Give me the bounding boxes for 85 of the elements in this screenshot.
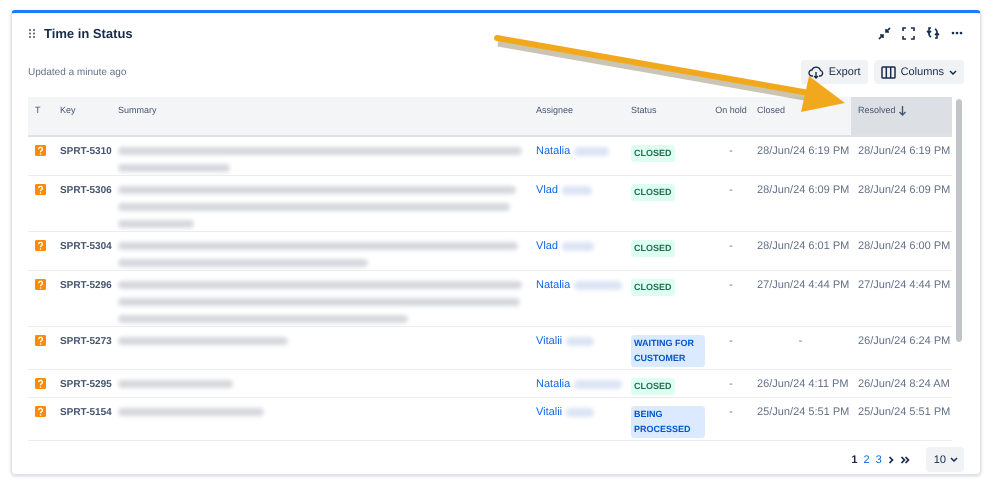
assignee-link[interactable]: Vitalii [536, 406, 562, 418]
question-icon [35, 335, 46, 346]
table-cell: - [729, 145, 733, 157]
collapse-icon[interactable] [878, 26, 891, 40]
cloud-download-icon [808, 65, 824, 79]
chevron-down-icon [950, 457, 958, 462]
columns-icon [880, 66, 896, 78]
page-size-select[interactable]: 10 [926, 447, 964, 472]
assignee-link[interactable]: Natalia [536, 279, 570, 291]
column-header[interactable]: Status [624, 97, 712, 135]
assignee-link[interactable]: Vlad [536, 240, 558, 252]
table-cell: - [729, 240, 733, 252]
column-header[interactable]: Closed [750, 97, 851, 135]
question-icon [35, 378, 46, 389]
column-header[interactable]: Resolved [851, 97, 952, 135]
issue-key[interactable]: SPRT-5296 [60, 280, 112, 291]
table-cell: 27/Jun/24 4:44 PM [757, 279, 850, 291]
page-link[interactable]: 1 [851, 454, 858, 466]
table-cell: 26/Jun/24 4:11 PM [757, 378, 849, 390]
assignee-link[interactable]: Vitalii [536, 335, 562, 347]
issue-key[interactable]: SPRT-5306 [60, 185, 112, 196]
question-icon [35, 145, 46, 156]
column-header[interactable]: Key [53, 97, 111, 135]
question-icon [35, 406, 46, 417]
table-cell: 28/Jun/24 6:01 PM [757, 240, 850, 252]
table-cell: - [729, 335, 733, 347]
issue-key[interactable]: SPRT-5310 [60, 146, 112, 157]
assignee-link[interactable]: Natalia [536, 378, 570, 390]
table-cell: 28/Jun/24 6:19 PM [858, 145, 950, 157]
status-lozenge: BEING PROCESSED [631, 406, 705, 438]
table-cell: 28/Jun/24 6:00 PM [858, 240, 950, 252]
status-lozenge: CLOSED [631, 378, 675, 395]
status-lozenge: CLOSED [631, 145, 675, 162]
blurred-text [574, 380, 622, 389]
blurred-text [566, 336, 594, 346]
columns-button[interactable]: Columns [874, 60, 964, 84]
column-header[interactable]: Summary [111, 97, 529, 135]
table-cell: 27/Jun/24 4:44 PM [858, 279, 950, 291]
table-cell: - [729, 378, 733, 390]
table-cell: - [729, 406, 733, 418]
table-cell: - [729, 184, 733, 196]
chevron-down-icon [949, 70, 957, 74]
table-cell: 28/Jun/24 6:09 PM [858, 184, 950, 196]
issue-key[interactable]: SPRT-5154 [60, 407, 112, 418]
blurred-text [574, 146, 610, 156]
table-cell: 28/Jun/24 6:19 PM [757, 145, 850, 157]
next-page-icon[interactable] [888, 456, 894, 464]
issue-key[interactable]: SPRT-5295 [60, 379, 112, 390]
page-link[interactable]: 2 [864, 454, 870, 466]
question-icon [35, 279, 46, 290]
table-cell: - [729, 279, 733, 291]
assignee-link[interactable]: Vlad [536, 184, 558, 196]
assignee-link[interactable]: Natalia [536, 145, 570, 157]
sort-down-icon [898, 106, 906, 116]
question-icon [35, 240, 46, 251]
issue-key[interactable]: SPRT-5304 [60, 241, 112, 252]
blurred-text [562, 186, 592, 195]
panel-title: Time in Status [44, 26, 133, 40]
page-link[interactable]: 3 [876, 454, 882, 466]
question-icon [35, 184, 46, 195]
more-icon[interactable] [951, 31, 963, 35]
updated-text: Updated a minute ago [28, 66, 126, 78]
column-header[interactable]: On hold [712, 97, 750, 135]
status-lozenge: CLOSED [631, 279, 675, 296]
issue-key[interactable]: SPRT-5273 [60, 336, 112, 347]
status-lozenge: WAITING FOR CUSTOMER [631, 335, 705, 367]
column-header[interactable]: Assignee [529, 97, 624, 135]
status-lozenge: CLOSED [631, 240, 675, 257]
scrollbar-thumb[interactable] [956, 99, 962, 342]
column-header[interactable]: T [28, 97, 53, 135]
refresh-icon[interactable] [926, 26, 940, 40]
table-cell: - [798, 335, 802, 347]
blurred-text [574, 280, 622, 290]
table-cell: 26/Jun/24 6:24 PM [858, 335, 950, 347]
blurred-text [562, 242, 594, 251]
table-cell: 26/Jun/24 8:24 AM [858, 378, 950, 390]
table-cell: 28/Jun/24 6:09 PM [757, 184, 850, 196]
table-cell: 25/Jun/24 5:51 PM [757, 406, 850, 418]
table-cell: 25/Jun/24 5:51 PM [858, 406, 950, 418]
drag-handle-icon[interactable] [29, 28, 35, 38]
fullscreen-icon[interactable] [902, 26, 915, 40]
blurred-text [566, 408, 594, 417]
status-lozenge: CLOSED [631, 184, 675, 201]
export-button[interactable]: Export [800, 60, 868, 84]
last-page-icon[interactable] [900, 456, 910, 464]
